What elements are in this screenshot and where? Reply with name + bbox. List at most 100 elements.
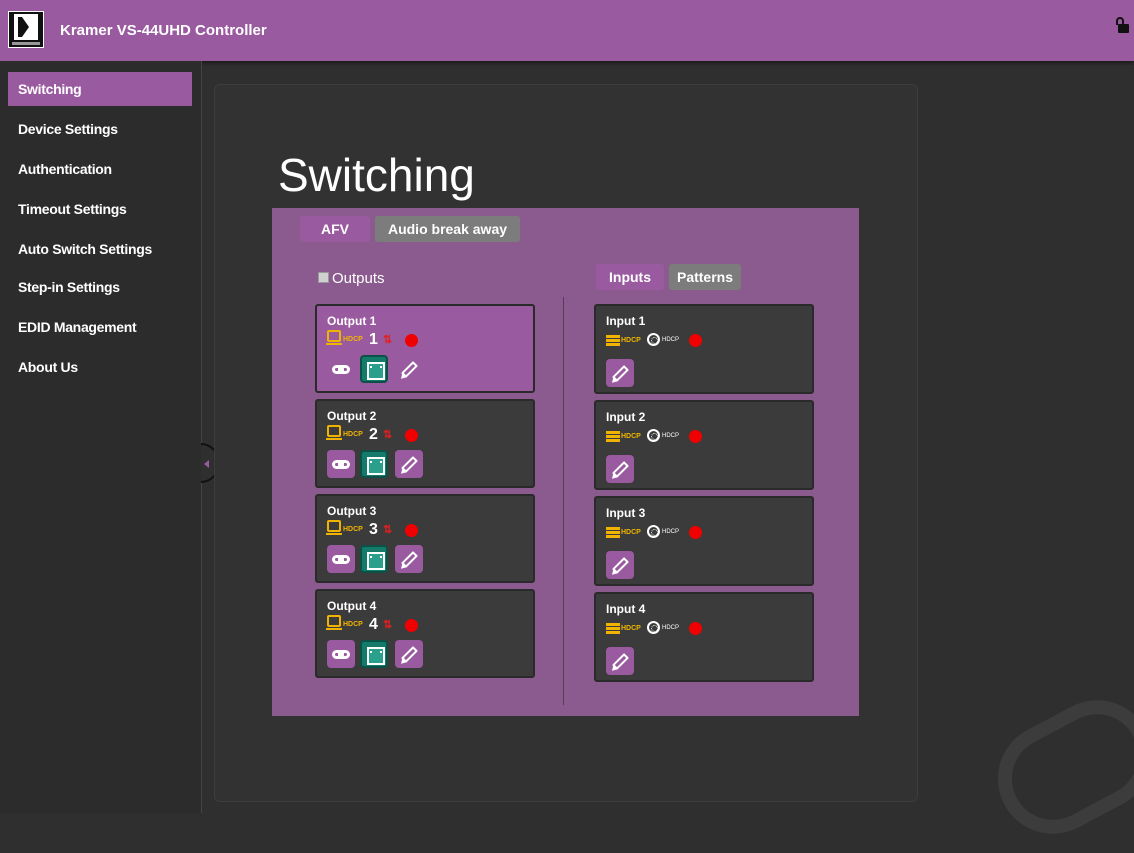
output-card-4[interactable]: Output 4 HDCP 4 ⇅ xyxy=(315,589,535,678)
sidebar: Switching Device Settings Authentication… xyxy=(0,61,202,813)
output-card-1[interactable]: Output 1 HDCP 1 ⇅ xyxy=(315,304,535,393)
edit-button[interactable] xyxy=(395,640,423,668)
pencil-icon xyxy=(612,365,629,382)
edit-button[interactable] xyxy=(395,450,423,478)
sidebar-item-authentication[interactable]: Authentication xyxy=(8,152,192,186)
pencil-icon xyxy=(612,557,629,574)
switch-arrows-icon: ⇅ xyxy=(383,524,393,536)
sidebar-item-timeout-settings[interactable]: Timeout Settings xyxy=(8,192,192,226)
hdcp-label: HDCP xyxy=(662,625,680,631)
status-dot-icon xyxy=(405,619,418,632)
pencil-icon xyxy=(401,456,418,473)
outputs-label: Outputs xyxy=(332,270,385,287)
sidebar-item-device-settings[interactable]: Device Settings xyxy=(8,112,192,146)
film-reel-icon xyxy=(647,429,660,442)
hdcp-label: HDCP xyxy=(343,526,363,533)
film-reel-icon xyxy=(647,525,660,538)
output-card-2[interactable]: Output 2 HDCP 2 ⇅ xyxy=(315,399,535,488)
status-dot-icon xyxy=(405,524,418,537)
hdcp-label: HDCP xyxy=(621,337,641,344)
tab-inputs[interactable]: Inputs xyxy=(596,264,664,290)
output-title: Output 3 xyxy=(327,504,377,518)
hdcp-input-icon xyxy=(606,527,620,539)
film-reel-icon xyxy=(647,333,660,346)
hdcp-input-icon xyxy=(606,335,620,347)
input-title: Input 1 xyxy=(606,314,646,328)
kramer-logo xyxy=(8,11,44,48)
output-number: 4 xyxy=(369,616,378,633)
output-title: Output 2 xyxy=(327,409,377,423)
edit-button[interactable] xyxy=(606,359,634,387)
output-card-3[interactable]: Output 3 HDCP 3 ⇅ xyxy=(315,494,535,583)
link-button[interactable] xyxy=(327,640,355,668)
page-title: Switching xyxy=(278,149,475,201)
edit-button[interactable] xyxy=(395,355,423,383)
status-dot-icon xyxy=(689,334,702,347)
film-icon xyxy=(367,362,385,380)
tab-afv[interactable]: AFV xyxy=(300,216,370,242)
tab-patterns[interactable]: Patterns xyxy=(669,264,741,290)
outputs-checkbox[interactable] xyxy=(318,272,329,283)
status-dot-icon xyxy=(405,429,418,442)
output-title: Output 1 xyxy=(327,314,377,328)
status-dot-icon xyxy=(689,526,702,539)
hdcp-output-icon xyxy=(326,615,342,630)
link-icon xyxy=(332,650,350,659)
film-reel-icon xyxy=(647,621,660,634)
hdcp-input-icon xyxy=(606,623,620,635)
video-button[interactable] xyxy=(360,450,388,478)
edit-button[interactable] xyxy=(395,545,423,573)
switch-arrows-icon: ⇅ xyxy=(383,619,393,631)
edit-button[interactable] xyxy=(606,455,634,483)
pencil-icon xyxy=(612,653,629,670)
film-icon xyxy=(367,457,385,475)
video-button[interactable] xyxy=(360,545,388,573)
tab-audio-break-away[interactable]: Audio break away xyxy=(375,216,520,242)
output-number: 1 xyxy=(369,331,378,348)
pencil-icon xyxy=(401,646,418,663)
pencil-icon xyxy=(401,361,418,378)
hdcp-output-icon xyxy=(326,520,342,535)
edit-button[interactable] xyxy=(606,551,634,579)
film-icon xyxy=(367,552,385,570)
film-icon xyxy=(367,647,385,665)
input-card-4[interactable]: Input 4 HDCP HDCP xyxy=(594,592,814,682)
video-button[interactable] xyxy=(360,355,388,383)
switch-arrows-icon: ⇅ xyxy=(383,429,393,441)
edit-button[interactable] xyxy=(606,647,634,675)
hdcp-label: HDCP xyxy=(662,433,680,439)
sidebar-item-about-us[interactable]: About Us xyxy=(8,350,192,384)
input-title: Input 4 xyxy=(606,602,646,616)
link-button[interactable] xyxy=(327,450,355,478)
hdcp-label: HDCP xyxy=(662,529,680,535)
sidebar-item-edid-management[interactable]: EDID Management xyxy=(8,310,192,344)
app-title: Kramer VS-44UHD Controller xyxy=(60,22,267,39)
link-button[interactable] xyxy=(327,355,355,383)
input-title: Input 2 xyxy=(606,410,646,424)
input-card-3[interactable]: Input 3 HDCP HDCP xyxy=(594,496,814,586)
video-button[interactable] xyxy=(360,640,388,668)
link-button[interactable] xyxy=(327,545,355,573)
output-number: 3 xyxy=(369,521,378,538)
sidebar-item-auto-switch-settings[interactable]: Auto Switch Settings xyxy=(8,232,192,266)
sidebar-item-step-in-settings[interactable]: Step-in Settings xyxy=(8,270,192,304)
link-icon xyxy=(332,555,350,564)
hdcp-output-icon xyxy=(326,330,342,345)
unlock-icon[interactable] xyxy=(1115,17,1129,33)
hdcp-label: HDCP xyxy=(343,621,363,628)
input-card-1[interactable]: Input 1 HDCP HDCP xyxy=(594,304,814,394)
hdcp-label: HDCP xyxy=(343,431,363,438)
status-dot-icon xyxy=(405,334,418,347)
pencil-icon xyxy=(401,551,418,568)
input-card-2[interactable]: Input 2 HDCP HDCP xyxy=(594,400,814,490)
gamepad-watermark-icon xyxy=(978,680,1134,853)
status-dot-icon xyxy=(689,430,702,443)
pencil-icon xyxy=(612,461,629,478)
output-title: Output 4 xyxy=(327,599,377,613)
link-icon xyxy=(332,365,350,374)
output-number: 2 xyxy=(369,426,378,443)
hdcp-label: HDCP xyxy=(662,337,680,343)
switch-arrows-icon: ⇅ xyxy=(383,334,393,346)
sidebar-item-switching[interactable]: Switching xyxy=(8,72,192,106)
outputs-select-all[interactable]: Outputs xyxy=(318,270,385,287)
